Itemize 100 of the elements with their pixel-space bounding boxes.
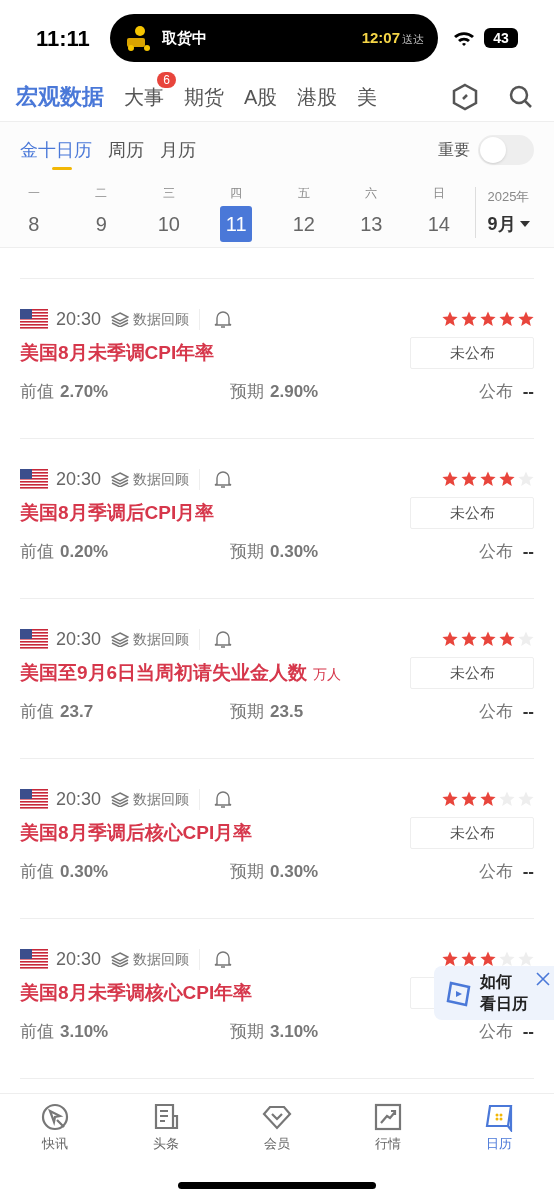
status-button[interactable]: 未公布 [410, 337, 534, 369]
month-dropdown[interactable]: 9月 [487, 210, 530, 238]
nav-tab[interactable]: 宏观数据 [16, 80, 104, 113]
flag-icon [20, 789, 48, 809]
data-review-link[interactable]: 数据回顾 [111, 948, 201, 970]
event-time: 20:30 [56, 787, 102, 811]
previous-label: 前值 [20, 861, 54, 883]
flag-icon [20, 629, 48, 649]
caret-icon [519, 221, 530, 228]
star-icon [518, 311, 534, 327]
star-icon [480, 951, 496, 967]
tab-bar-item[interactable]: 快讯 [0, 1094, 111, 1163]
tab-bar-item[interactable]: 日历 [443, 1094, 554, 1163]
actual-value: -- [522, 1021, 534, 1043]
status-button[interactable]: 未公布 [410, 497, 534, 529]
calendar-tab[interactable]: 金十日历 [20, 136, 92, 164]
tab-bar-item[interactable]: 行情 [332, 1094, 444, 1163]
bell-icon[interactable] [214, 789, 233, 809]
search-icon[interactable] [508, 83, 534, 110]
actual-value: -- [522, 381, 534, 403]
date-cell[interactable]: 13 [355, 205, 388, 242]
event-title: 美国8月未季调CPI年率 [20, 340, 215, 365]
star-icon [480, 791, 496, 807]
nav-tab[interactable]: 港股 [297, 81, 338, 112]
calendar-tab[interactable]: 月历 [160, 136, 196, 164]
calendar-icon [483, 1102, 514, 1132]
date-cell[interactable]: 10 [152, 205, 185, 242]
year-label: 2025年 [487, 188, 530, 207]
star-icon [461, 311, 477, 327]
tab-bar-label: 头条 [153, 1135, 180, 1153]
star-icon [461, 791, 477, 807]
forecast-value: 23.5 [270, 701, 304, 723]
tab-bar-item[interactable]: 会员 [221, 1094, 333, 1163]
important-toggle[interactable] [478, 135, 534, 165]
forecast-label: 预期 [230, 861, 264, 883]
tab-bar-label: 行情 [374, 1135, 401, 1153]
event-title: 美国8月季调后核心CPI月率 [20, 820, 253, 845]
previous-label: 前值 [20, 381, 54, 403]
bell-icon[interactable] [214, 309, 233, 329]
weekday-label: 六 [365, 184, 378, 202]
eta-suffix: 送达 [402, 31, 424, 47]
weekday-label: 五 [297, 184, 310, 202]
date-cell[interactable]: 8 [17, 205, 50, 242]
bell-icon[interactable] [214, 949, 233, 969]
layers-icon [111, 791, 130, 807]
star-icon [499, 631, 515, 647]
star-icon [480, 471, 496, 487]
previous-label: 前值 [20, 1021, 54, 1043]
previous-value: 23.7 [60, 701, 94, 723]
bell-icon[interactable] [214, 629, 233, 649]
star-icon [480, 631, 496, 647]
status-button[interactable]: 未公布 [410, 817, 534, 849]
forecast-value: 2.90% [270, 381, 319, 403]
popup-line: 看日历 [480, 994, 528, 1014]
help-popup[interactable]: 如何 看日历 [434, 966, 554, 1020]
status-button[interactable]: 未公布 [410, 657, 534, 689]
data-review-link[interactable]: 数据回顾 [111, 468, 201, 490]
previous-value: 2.70% [60, 381, 109, 403]
count-badge: 6 [157, 71, 176, 88]
forecast-label: 预期 [230, 1021, 264, 1043]
event-time: 20:30 [56, 467, 102, 491]
star-icon [442, 311, 458, 327]
star-icon [442, 791, 458, 807]
layers-icon [111, 311, 130, 327]
calendar-tab[interactable]: 周历 [108, 136, 144, 164]
chart-icon [372, 1102, 403, 1132]
star-icon [442, 471, 458, 487]
date-cell[interactable]: 9 [85, 205, 118, 242]
actual-label: 公布 [478, 701, 513, 723]
weekday-label: 四 [230, 184, 243, 202]
event-time: 20:30 [56, 307, 102, 331]
previous-label: 前值 [20, 541, 54, 563]
toggle-label: 重要 [438, 140, 470, 160]
review-label: 数据回顾 [133, 789, 190, 809]
weekday-label: 日 [432, 184, 445, 202]
nav-tab[interactable]: 期货 [184, 81, 224, 112]
bell-icon[interactable] [214, 469, 233, 489]
tab-bar-label: 会员 [264, 1135, 290, 1153]
flag-icon [20, 949, 48, 969]
wifi-icon [452, 29, 476, 47]
close-icon[interactable] [536, 972, 550, 986]
star-icon [442, 631, 458, 647]
data-review-link[interactable]: 数据回顾 [111, 788, 201, 810]
hexagon-icon[interactable] [452, 82, 478, 111]
weekday-label: 一 [27, 184, 40, 202]
battery-level: 43 [484, 28, 518, 48]
date-cell[interactable]: 14 [422, 205, 455, 242]
tab-bar-item[interactable]: 头条 [110, 1094, 222, 1163]
event-title: 美国至9月6日当周初请失业金人数 [20, 660, 308, 685]
data-review-link[interactable]: 数据回顾 [111, 308, 201, 330]
data-review-link[interactable]: 数据回顾 [111, 628, 201, 650]
activity-label: 取货中 [162, 27, 207, 48]
star-icon [461, 951, 477, 967]
clock-time: 11:11 [36, 24, 91, 53]
star-icon [480, 311, 496, 327]
nav-tab[interactable]: 美 [357, 81, 378, 112]
date-cell[interactable]: 11 [220, 205, 253, 242]
date-cell[interactable]: 12 [287, 205, 320, 242]
actual-label: 公布 [478, 861, 513, 883]
nav-tab[interactable]: A股 [244, 81, 278, 112]
